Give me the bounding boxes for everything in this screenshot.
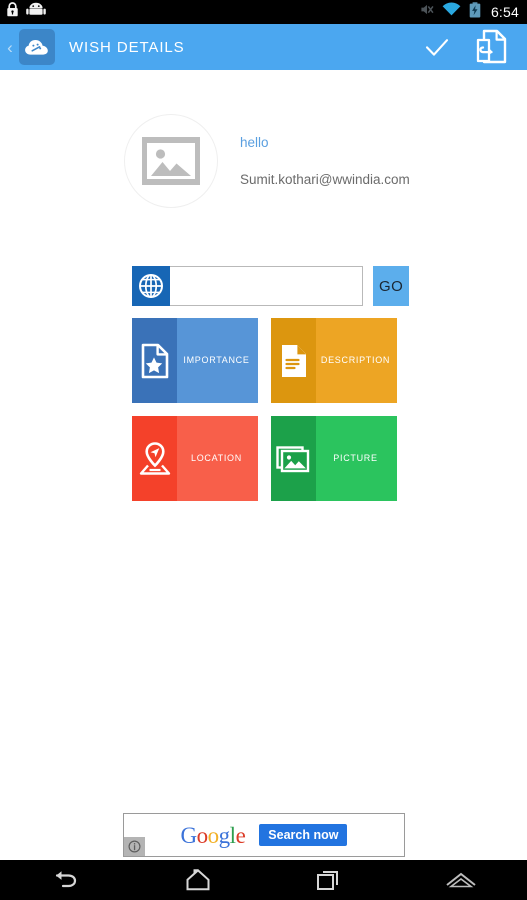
google-logo-letter: e [235, 822, 246, 848]
photo-stack-icon [275, 445, 309, 472]
nav-recents-icon[interactable] [264, 860, 396, 900]
main-content: hello Sumit.kothari@wwindia.com GO IMPOR… [0, 70, 527, 860]
nav-menu-up-icon[interactable] [395, 860, 527, 900]
ad-banner[interactable]: Google Search now [123, 813, 405, 857]
status-bar-right-icons: 6:54 [419, 1, 519, 23]
tile-picture-label-pane: PICTURE [316, 416, 397, 501]
nav-back-icon[interactable] [0, 860, 132, 900]
google-logo: Google [181, 824, 246, 847]
tile-description-icon-pane [271, 318, 316, 403]
tile-location-icon-pane [132, 416, 177, 501]
tile-picture[interactable]: PICTURE [271, 416, 397, 501]
document-lines-icon [281, 344, 306, 377]
tile-description[interactable]: DESCRIPTION [271, 318, 397, 403]
status-bar-clock: 6:54 [490, 4, 519, 20]
tile-picture-icon-pane [271, 416, 316, 501]
share-document-icon[interactable] [463, 24, 519, 70]
wifi-icon [442, 2, 461, 22]
cloud-brain-icon[interactable] [19, 29, 55, 65]
android-robot-icon [26, 2, 46, 22]
android-screen: 6:54 ‹ WISH DETAILS hello Sumit.kothari@… [0, 0, 527, 900]
map-pin-icon [139, 441, 170, 475]
tile-importance-icon-pane [132, 318, 177, 403]
ad-cta-button[interactable]: Search now [259, 824, 348, 846]
battery-charging-icon [469, 1, 481, 23]
tile-importance-label-pane: IMPORTANCE [177, 318, 258, 403]
profile-section: hello Sumit.kothari@wwindia.com [0, 106, 527, 216]
lock-icon [6, 2, 19, 22]
tile-location[interactable]: LOCATION [132, 416, 258, 501]
avatar[interactable] [124, 114, 218, 208]
tile-label: LOCATION [191, 452, 242, 463]
status-bar-left-icons [6, 2, 46, 22]
back-chevron-icon[interactable]: ‹ [2, 39, 18, 56]
tile-description-label-pane: DESCRIPTION [316, 318, 397, 403]
google-logo-letter: o [196, 822, 209, 848]
profile-texts: hello Sumit.kothari@wwindia.com [240, 135, 410, 187]
nav-home-icon[interactable] [132, 860, 264, 900]
go-button[interactable]: GO [373, 266, 409, 306]
profile-email: Sumit.kothari@wwindia.com [240, 172, 410, 187]
tile-label: IMPORTANCE [183, 354, 250, 365]
volume-mute-icon [419, 2, 434, 22]
google-logo-letter: g [218, 822, 231, 848]
navigation-bar [0, 860, 527, 900]
tile-importance[interactable]: IMPORTANCE [132, 318, 258, 403]
search-input[interactable] [170, 266, 363, 306]
page-title: WISH DETAILS [69, 38, 185, 56]
status-bar: 6:54 [0, 0, 527, 24]
tile-grid: IMPORTANCE DESCRIPTION LOCATION PICTURE [132, 318, 397, 501]
app-bar: ‹ WISH DETAILS [0, 24, 527, 70]
done-check-icon[interactable] [411, 24, 463, 70]
ad-info-icon[interactable] [124, 837, 145, 856]
google-logo-letter: G [180, 822, 198, 848]
image-placeholder-icon [142, 137, 200, 185]
globe-icon[interactable] [132, 266, 170, 306]
tile-location-label-pane: LOCATION [177, 416, 258, 501]
tile-label: DESCRIPTION [320, 354, 391, 365]
document-star-icon [141, 343, 168, 378]
tile-label: PICTURE [333, 452, 378, 463]
search-bar: GO [132, 266, 409, 306]
profile-greeting: hello [240, 135, 269, 150]
google-logo-letter: o [207, 822, 220, 848]
